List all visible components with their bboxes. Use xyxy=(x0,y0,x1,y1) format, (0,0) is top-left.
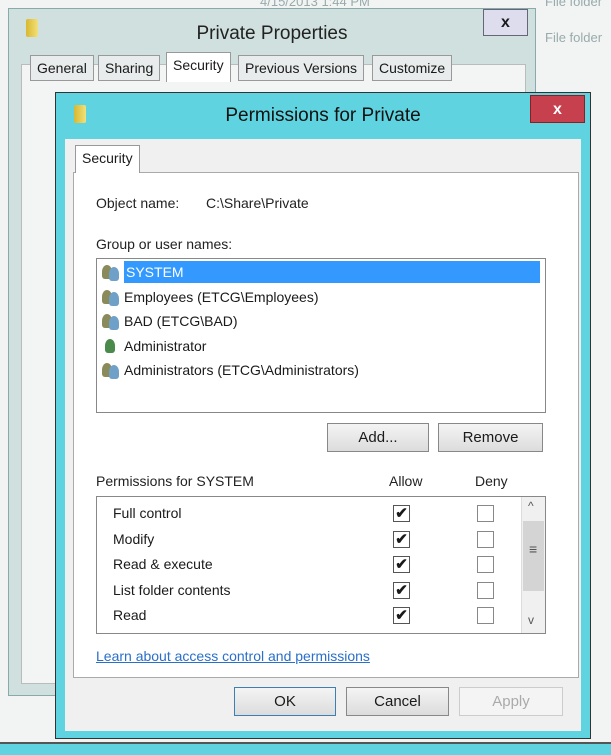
grip-icon: ≡ xyxy=(529,541,538,557)
permission-name: List folder contents xyxy=(113,581,231,598)
ok-button[interactable]: OK xyxy=(234,687,336,716)
bg-type: File folder xyxy=(545,30,603,45)
group-icon xyxy=(102,289,122,306)
scrollbar[interactable]: ^ ≡ v xyxy=(521,497,545,633)
user-name: Employees (ETCG\Employees) xyxy=(124,288,319,305)
permission-name: Read xyxy=(113,607,147,623)
permission-name: Modify xyxy=(113,530,155,547)
tab-sharing[interactable]: Sharing xyxy=(98,55,161,81)
allow-checkbox[interactable]: ✔ xyxy=(393,556,410,573)
user-icon xyxy=(102,338,122,355)
remove-button[interactable]: Remove xyxy=(438,423,543,452)
tab-security-inner[interactable]: Security xyxy=(75,145,140,173)
scroll-down-icon[interactable]: v xyxy=(528,613,534,627)
user-list-item[interactable]: Employees (ETCG\Employees) xyxy=(102,286,319,308)
deny-checkbox[interactable] xyxy=(477,581,494,599)
allow-header: Allow xyxy=(389,473,423,489)
allow-checkbox[interactable]: ✔ xyxy=(393,505,410,522)
apply-button[interactable]: Apply xyxy=(459,687,563,716)
permissions-label: Permissions for SYSTEM xyxy=(96,473,254,489)
user-list-item[interactable]: Administrators (ETCG\Administrators) xyxy=(102,359,359,381)
taskbar-strip xyxy=(0,742,611,755)
deny-header: Deny xyxy=(475,473,508,489)
user-list-item[interactable]: BAD (ETCG\BAD) xyxy=(102,310,238,332)
user-list[interactable]: SYSTEM Employees (ETCG\Employees) BAD (ETC… xyxy=(96,258,546,413)
group-icon xyxy=(102,265,122,282)
deny-checkbox[interactable] xyxy=(477,556,494,573)
close-button[interactable]: x xyxy=(530,95,585,123)
user-name: SYSTEM xyxy=(124,261,540,283)
bg-type: File folder xyxy=(545,0,603,9)
dialog-title: Permissions for Private xyxy=(225,105,421,126)
user-name: Administrators (ETCG\Administrators) xyxy=(124,362,359,378)
user-list-item[interactable]: Administrator xyxy=(102,335,206,357)
object-name-value: C:\Share\Private xyxy=(206,195,309,211)
deny-checkbox[interactable] xyxy=(477,607,494,624)
object-name-label: Object name: xyxy=(96,195,180,211)
user-list-item[interactable]: SYSTEM xyxy=(102,261,540,283)
deny-checkbox[interactable] xyxy=(477,505,494,522)
tab-general[interactable]: General xyxy=(30,55,94,81)
allow-checkbox[interactable]: ✔ xyxy=(393,607,410,624)
allow-checkbox[interactable]: ✔ xyxy=(393,530,410,548)
scroll-up-icon[interactable]: ^ xyxy=(528,499,534,513)
permission-name: Full control xyxy=(113,505,182,521)
group-icon xyxy=(102,314,122,331)
group-icon xyxy=(102,363,122,380)
user-name: BAD (ETCG\BAD) xyxy=(124,313,238,329)
tab-security[interactable]: Security xyxy=(166,52,231,82)
tab-previous-versions[interactable]: Previous Versions xyxy=(238,55,365,81)
properties-title: Private Properties xyxy=(196,23,348,44)
permissions-list: ^ ≡ v Full control ✔ Modify ✔ Read & execute… xyxy=(96,496,546,634)
tab-customize[interactable]: Customize xyxy=(372,55,453,81)
group-label: Group or user names: xyxy=(96,236,233,252)
user-name: Administrator xyxy=(124,337,207,354)
add-button[interactable]: Add... xyxy=(327,423,429,452)
learn-more-link[interactable]: Learn about access control and permissio… xyxy=(96,648,370,664)
cancel-button[interactable]: Cancel xyxy=(346,687,449,716)
permission-name: Read & execute xyxy=(113,556,213,572)
properties-close-button[interactable]: x xyxy=(483,9,528,36)
allow-checkbox[interactable]: ✔ xyxy=(393,581,410,599)
deny-checkbox[interactable] xyxy=(477,530,494,548)
